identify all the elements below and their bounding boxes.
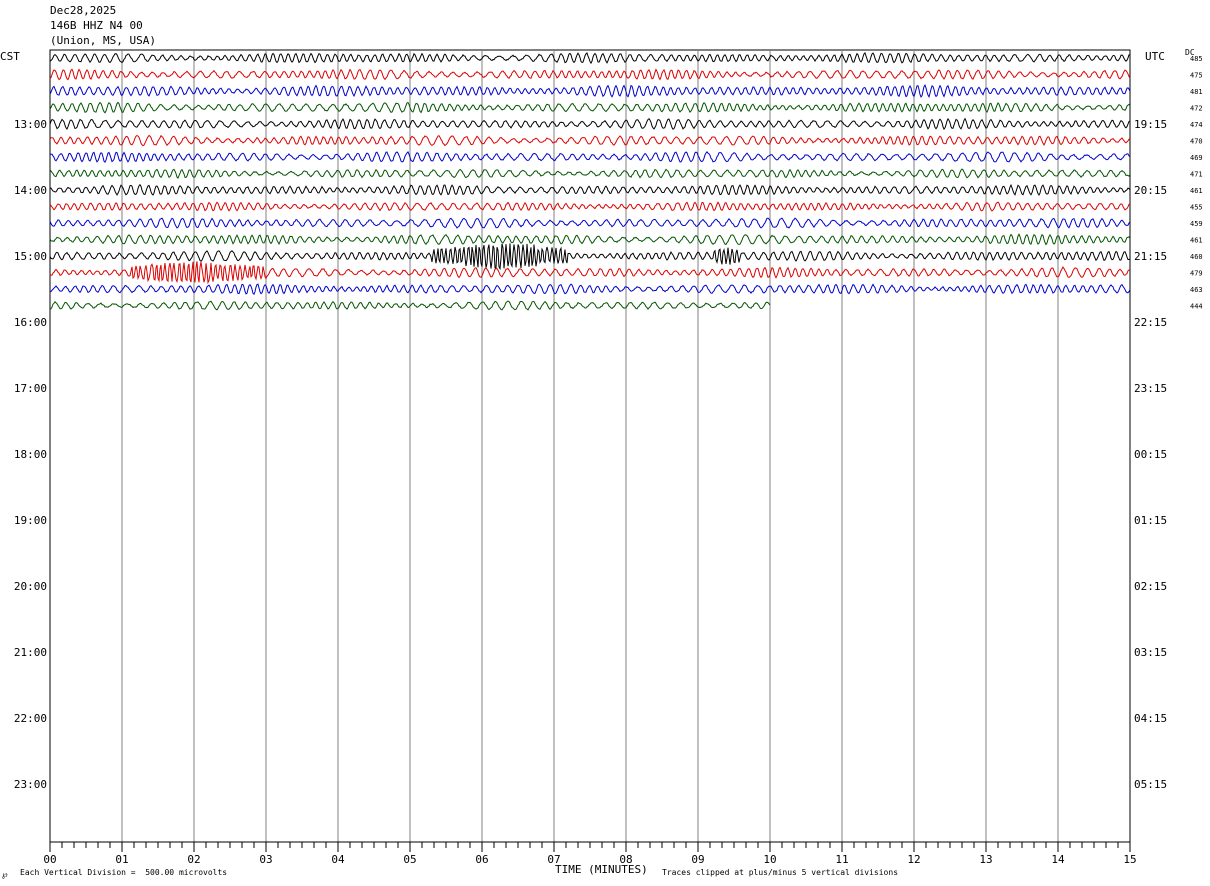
dc-offset-value: 459 (1190, 220, 1203, 228)
right-axis-title: UTC (1145, 50, 1165, 63)
x-tick-label: 09 (691, 853, 704, 866)
seismic-trace (49, 150, 1131, 164)
left-hour-label: 23:00 (14, 778, 47, 791)
left-hour-label: 19:00 (14, 514, 47, 527)
right-hour-label: 19:15 (1134, 118, 1167, 131)
x-tick-label: 11 (835, 853, 848, 866)
minute-gridlines (49, 49, 1131, 843)
trace-group (49, 52, 1131, 311)
clip-note: Traces clipped at plus/minus 5 vertical … (662, 868, 899, 877)
seismic-trace (49, 168, 1131, 179)
right-hour-label: 01:15 (1134, 514, 1167, 527)
dc-label: DC (1185, 48, 1195, 57)
right-hour-label: 05:15 (1134, 778, 1167, 791)
dc-offset-value: 460 (1190, 253, 1203, 261)
seismic-trace (49, 117, 1131, 131)
seismic-trace (49, 243, 1131, 271)
dc-offset-value: 444 (1190, 303, 1203, 311)
date-label: Dec28,2025 (50, 4, 117, 17)
dc-offset-value: 461 (1190, 237, 1203, 245)
seismic-trace (49, 101, 1131, 114)
left-axis-title: CST (0, 50, 20, 63)
dc-offset-value: 472 (1190, 105, 1203, 113)
x-tick-label: 04 (331, 853, 345, 866)
right-hour-label: 23:15 (1134, 382, 1167, 395)
right-hour-label: 04:15 (1134, 712, 1167, 725)
dc-offset-value: 475 (1190, 72, 1203, 80)
x-tick-label: 03 (259, 853, 272, 866)
left-hour-label: 13:00 (14, 118, 47, 131)
x-axis-title: TIME (MINUTES) (555, 863, 648, 876)
left-hour-label: 20:00 (14, 580, 47, 593)
dc-offset-value: 470 (1190, 138, 1203, 146)
left-hour-label: 14:00 (14, 184, 47, 197)
seismic-trace (49, 233, 1131, 246)
seismic-trace (49, 183, 1131, 196)
dc-offset-value: 469 (1190, 154, 1203, 162)
axis-labels: 00 01 02 03 04 05 06 07 08 09 10 11 12 13 14 1513:0014:… (14, 55, 1203, 866)
x-tick-label: 10 (763, 853, 776, 866)
seismic-trace (49, 83, 1131, 99)
seismic-trace (49, 201, 1131, 212)
seismic-trace (49, 68, 1131, 81)
dc-offset-value: 461 (1190, 187, 1203, 195)
x-tick-label: 02 (187, 853, 200, 866)
left-hour-label: 17:00 (14, 382, 47, 395)
time-axis (49, 841, 1131, 852)
right-hour-label: 00:15 (1134, 448, 1167, 461)
helicorder-plot: 00 01 02 03 04 05 06 07 08 09 10 11 12 13 14 1513:0014:… (14, 49, 1203, 866)
left-hour-label: 15:00 (14, 250, 47, 263)
x-tick-label: 13 (979, 853, 992, 866)
seismic-trace (49, 52, 1130, 65)
left-hour-label: 16:00 (14, 316, 47, 329)
left-hour-label: 22:00 (14, 712, 47, 725)
dc-offset-value: 481 (1190, 88, 1203, 96)
x-tick-label: 14 (1051, 853, 1065, 866)
right-hour-label: 02:15 (1134, 580, 1167, 593)
right-hour-label: 03:15 (1134, 646, 1167, 659)
x-tick-label: 06 (475, 853, 488, 866)
left-hour-label: 21:00 (14, 646, 47, 659)
x-tick-label: 15 (1123, 853, 1136, 866)
x-tick-label: 05 (403, 853, 416, 866)
plot-frame (49, 49, 1131, 843)
dc-offset-value: 474 (1190, 121, 1203, 129)
right-hour-label: 20:15 (1134, 184, 1167, 197)
seismic-trace (49, 261, 1131, 285)
seismic-trace (49, 283, 1131, 296)
scale-note: Each Vertical Division = 500.00 microvol… (20, 868, 228, 877)
x-tick-label: 00 (43, 853, 56, 866)
right-hour-label: 21:15 (1134, 250, 1167, 263)
corner-mark-icon: ℘ (2, 870, 8, 879)
seismic-trace (49, 134, 1131, 147)
left-hour-label: 18:00 (14, 448, 47, 461)
dc-offset-value: 471 (1190, 171, 1203, 179)
station-label: 146B HHZ N4 00 (50, 19, 143, 32)
dc-offset-value: 463 (1190, 286, 1203, 294)
x-tick-label: 01 (115, 853, 128, 866)
location-label: (Union, MS, USA) (50, 34, 156, 47)
dc-offset-value: 455 (1190, 204, 1203, 212)
x-tick-label: 12 (907, 853, 920, 866)
seismic-trace (49, 217, 1131, 229)
dc-offset-value: 479 (1190, 270, 1203, 278)
right-hour-label: 22:15 (1134, 316, 1167, 329)
